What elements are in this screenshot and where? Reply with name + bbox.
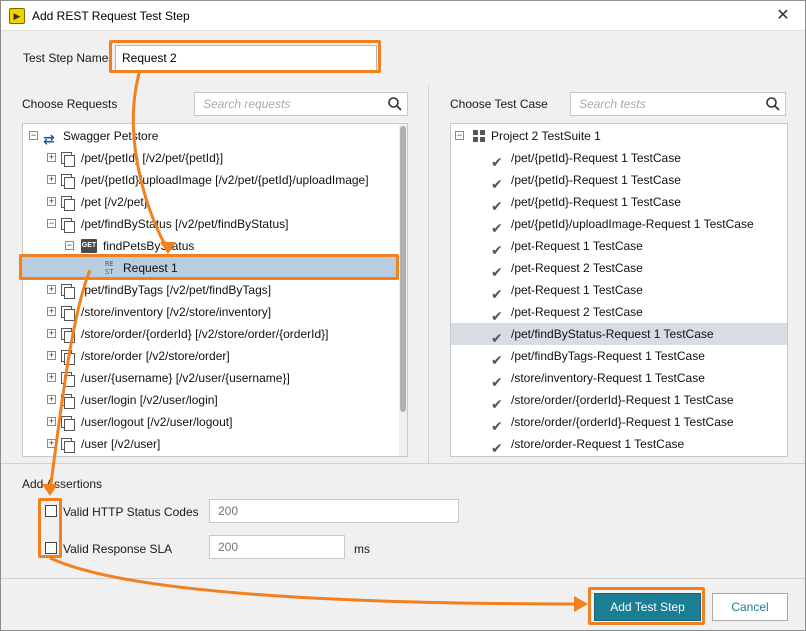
testcase-item[interactable]: ✔/pet-Request 1 TestCase	[451, 279, 787, 302]
resource-icon	[61, 196, 75, 211]
sla-unit-label: ms	[354, 542, 370, 556]
resource-icon	[61, 394, 75, 409]
tree-node-resource[interactable]: − /pet/findByStatus [/v2/pet/findByStatu…	[23, 213, 407, 235]
response-sla-field[interactable]	[209, 535, 345, 559]
tree-node-resource[interactable]: + /store/inventory [/v2/store/inventory]	[23, 301, 407, 323]
app-logo-icon: ▶	[9, 8, 25, 24]
testcase-item[interactable]: ✔/pet-Request 1 TestCase	[451, 235, 787, 258]
cancel-button[interactable]: Cancel	[712, 593, 788, 621]
requests-search-input[interactable]	[195, 93, 407, 115]
close-button[interactable]: ✕	[773, 6, 793, 26]
collapse-icon[interactable]: −	[65, 241, 74, 250]
collapse-icon[interactable]: −	[29, 131, 38, 140]
expand-icon[interactable]: +	[47, 329, 56, 338]
highlight-request	[19, 254, 399, 280]
resource-icon	[61, 284, 75, 299]
expand-icon[interactable]: +	[47, 417, 56, 426]
highlight-checkboxes	[38, 498, 62, 558]
expand-icon[interactable]: +	[47, 175, 56, 184]
requests-panel-title: Choose Requests	[22, 97, 118, 111]
testcase-item[interactable]: ✔/pet/{petId}-Request 1 TestCase	[451, 191, 787, 214]
highlight-add-button	[588, 587, 705, 625]
testcase-item[interactable]: ✔/store/order-Request 1 TestCase	[451, 433, 787, 456]
resource-icon	[61, 152, 75, 167]
collapse-icon[interactable]: −	[47, 219, 56, 228]
requests-tree: − ⇄ Swagger Petstore + /pet/{petId} [/v2…	[22, 123, 408, 457]
resource-icon	[61, 438, 75, 453]
tree-node-resource[interactable]: + /pet/{petId}/uploadImage [/v2/pet/{pet…	[23, 169, 407, 191]
window-title: Add REST Request Test Step	[32, 9, 190, 23]
add-rest-request-dialog: ▶ Add REST Request Test Step ✕ Test Step…	[0, 0, 806, 631]
highlight-step-name	[109, 40, 381, 73]
expand-icon[interactable]: +	[47, 197, 56, 206]
expand-icon[interactable]: +	[47, 373, 56, 382]
tree-node-resource[interactable]: + /store/order [/v2/store/order]	[23, 345, 407, 367]
collapse-icon[interactable]: −	[455, 131, 464, 140]
checkmark-icon: ✔	[491, 440, 503, 456]
tests-search-input[interactable]	[571, 93, 785, 115]
assertions-title: Add Assertions	[22, 477, 103, 491]
resource-icon	[61, 174, 75, 189]
requests-scrollbar[interactable]	[399, 124, 407, 456]
expand-icon[interactable]: +	[47, 153, 56, 162]
testcase-panel: Choose Test Case − Project 2 TestSuite 1…	[430, 85, 805, 463]
requests-scroll-thumb[interactable]	[400, 126, 406, 412]
testsuite-icon	[473, 130, 485, 142]
resource-icon	[61, 306, 75, 321]
expand-icon[interactable]: +	[47, 285, 56, 294]
testcase-tree: − Project 2 TestSuite 1 ✔/pet/{petId}-Re…	[450, 123, 788, 457]
tree-node-resource[interactable]: + /user [/v2/user]	[23, 433, 407, 455]
requests-search-box	[194, 92, 408, 116]
status-codes-field[interactable]	[209, 499, 459, 523]
tree-node-resource[interactable]: + /store/order/{orderId} [/v2/store/orde…	[23, 323, 407, 345]
search-icon[interactable]	[765, 96, 781, 112]
expand-icon[interactable]: +	[47, 307, 56, 316]
expand-icon[interactable]: +	[47, 351, 56, 360]
testcase-item[interactable]: ✔/pet-Request 2 TestCase	[451, 301, 787, 324]
tree-node-resource[interactable]: + /pet/{petId} [/v2/pet/{petId}]	[23, 147, 407, 169]
tree-node-resource[interactable]: + /pet [/v2/pet]	[23, 191, 407, 213]
status-codes-label: Valid HTTP Status Codes	[63, 505, 199, 519]
testcase-item[interactable]: ✔/pet-Request 2 TestCase	[451, 257, 787, 280]
testcase-panel-title: Choose Test Case	[450, 97, 548, 111]
testcase-item-selected[interactable]: ✔/pet/findByStatus-Request 1 TestCase	[451, 323, 787, 346]
tree-node-resource[interactable]: + /user/login [/v2/user/login]	[23, 389, 407, 411]
resource-icon	[61, 416, 75, 431]
tree-node-resource[interactable]: + /user/{username} [/v2/user/{username}]	[23, 367, 407, 389]
tree-node-resource[interactable]: + /pet/findByTags [/v2/pet/findByTags]	[23, 279, 407, 301]
resource-icon	[61, 218, 75, 233]
resource-icon	[61, 350, 75, 365]
testcase-item[interactable]: ✔/store/inventory-Request 1 TestCase	[451, 367, 787, 390]
resource-icon	[61, 372, 75, 387]
step-name-label: Test Step Name	[23, 51, 109, 65]
tree-node-testsuite[interactable]: − Project 2 TestSuite 1	[451, 125, 787, 147]
response-sla-label: Valid Response SLA	[63, 542, 173, 556]
search-icon[interactable]	[387, 96, 403, 112]
testcase-item[interactable]: ✔/store/order/{orderId}-Request 1 TestCa…	[451, 389, 787, 412]
tree-node-root[interactable]: − ⇄ Swagger Petstore	[23, 125, 407, 147]
expand-icon[interactable]: +	[47, 439, 56, 448]
tests-search-box	[570, 92, 786, 116]
testcase-item[interactable]: ✔/pet/findByTags-Request 1 TestCase	[451, 345, 787, 368]
assertions-section: Add Assertions Valid HTTP Status Codes V…	[1, 463, 805, 578]
expand-icon[interactable]: +	[47, 395, 56, 404]
testcase-item[interactable]: ✔/pet/{petId}-Request 1 TestCase	[451, 147, 787, 170]
tree-node-resource[interactable]: + /user/logout [/v2/user/logout]	[23, 411, 407, 433]
resource-icon	[61, 328, 75, 343]
testcase-item[interactable]: ✔/pet/{petId}/uploadImage-Request 1 Test…	[451, 213, 787, 236]
testcase-item[interactable]: ✔/store/order/{orderId}-Request 1 TestCa…	[451, 411, 787, 434]
title-bar: ▶ Add REST Request Test Step ✕	[1, 1, 805, 31]
testcase-item[interactable]: ✔/pet/{petId}-Request 1 TestCase	[451, 169, 787, 192]
get-method-icon: GET	[81, 239, 97, 253]
